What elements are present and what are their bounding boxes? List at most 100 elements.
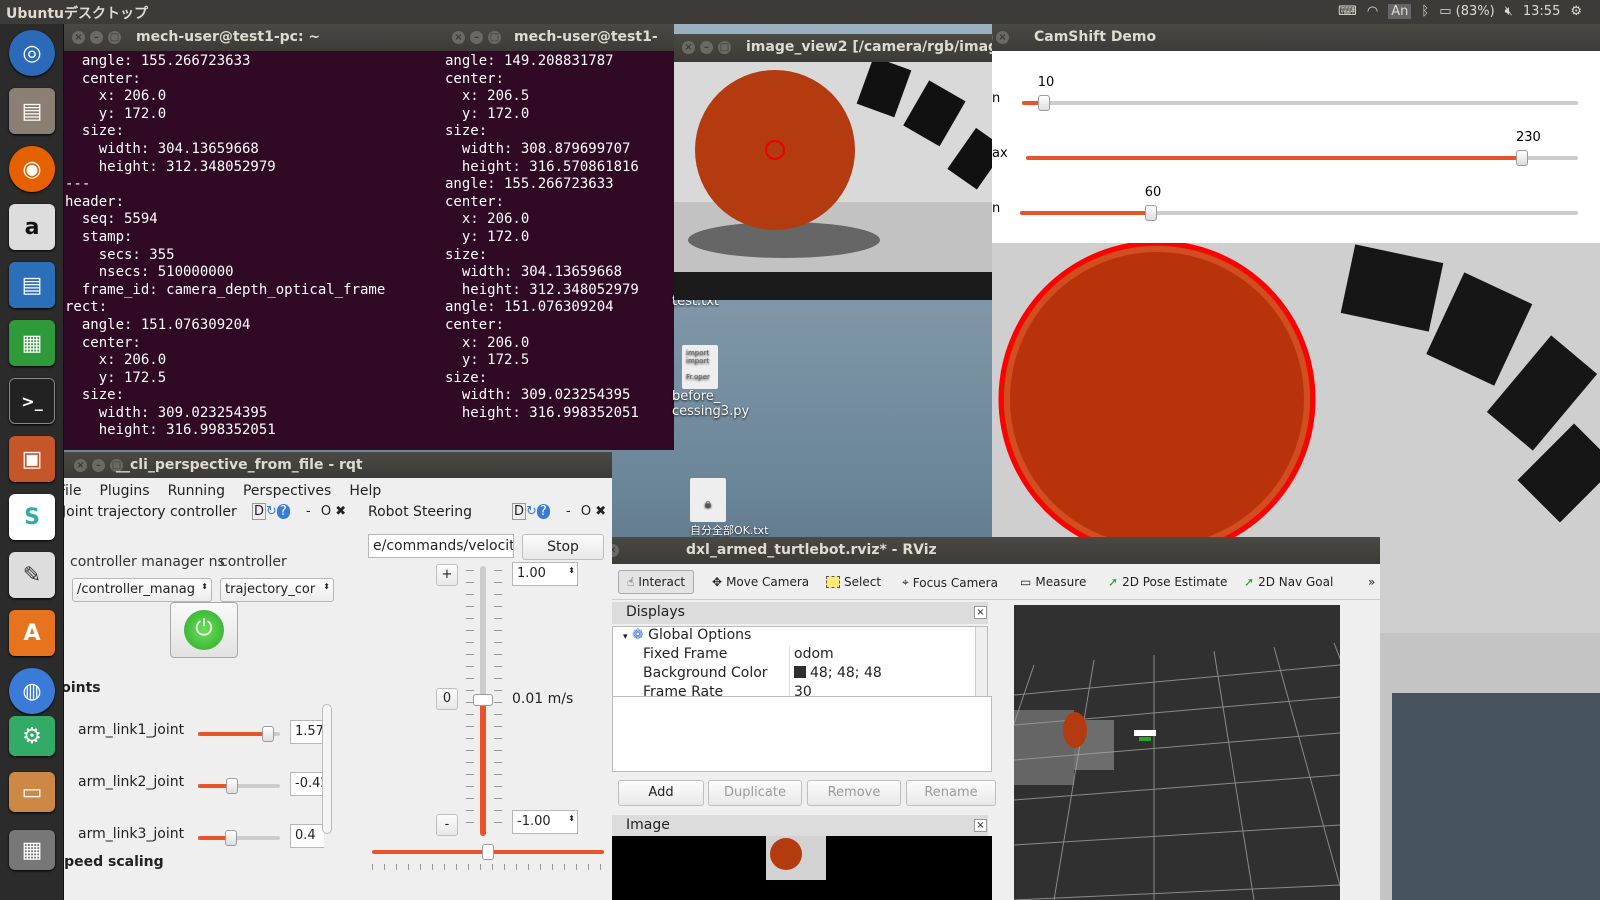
dock-icon[interactable]: D [512, 503, 527, 520]
image-view-titlebar[interactable]: × – □ image_view2 [/camera/rgb/image [674, 34, 992, 62]
trackbar-track[interactable] [1022, 95, 1578, 111]
wifi-icon[interactable]: ◠ [1367, 4, 1378, 19]
settings-gear-icon[interactable]: ⚙ [1570, 4, 1582, 19]
input-method-indicator[interactable]: An [1388, 4, 1412, 19]
minimize-plugin-icon[interactable]: - [566, 504, 571, 519]
terminal-2-output[interactable]: angle: 149.208831787 center: x: 206.5 y:… [444, 51, 674, 450]
tool-interact[interactable]: ☝ Interact [618, 570, 695, 594]
image-view-window[interactable]: × – □ image_view2 [/camera/rgb/image [674, 34, 992, 300]
menu-help[interactable]: Help [349, 483, 381, 499]
tool-2d-nav-goal[interactable]: ➚ 2D Nav Goal [1244, 575, 1333, 589]
duplicate-display-button[interactable]: Duplicate [708, 780, 802, 806]
trackbar-knob[interactable] [1037, 95, 1050, 111]
text-editor-icon[interactable]: ✎ [9, 552, 55, 598]
toolbar-overflow-icon[interactable]: » [1368, 575, 1375, 589]
files-icon[interactable]: ▤ [9, 88, 55, 134]
close-icon[interactable]: × [74, 459, 87, 472]
joints-scrollbar[interactable] [322, 704, 332, 834]
tool-2d-pose-estimate[interactable]: ➚ 2D Pose Estimate [1108, 575, 1227, 589]
minimize-icon[interactable]: – [992, 31, 993, 44]
max-speed-spinbox[interactable]: 1.00 ⬍ [512, 562, 578, 586]
terminal-window-2[interactable]: × – □ mech-user@test1- angle: 149.208831… [444, 24, 674, 450]
help-icon[interactable]: ? [276, 504, 290, 519]
terminal-2-titlebar[interactable]: × – □ mech-user@test1- [444, 24, 674, 51]
trackbar-knob[interactable] [1144, 205, 1157, 221]
property-value[interactable]: odom [789, 646, 834, 665]
tool-select[interactable]: Select [826, 575, 881, 589]
slider-knob[interactable] [224, 830, 237, 846]
angular-speed-slider[interactable] [372, 844, 604, 860]
ubuntu-icon[interactable]: ◎ [9, 30, 55, 76]
joint-slider[interactable] [198, 830, 280, 846]
amazon-icon[interactable]: a [9, 204, 55, 250]
menu-perspectives[interactable]: Perspectives [243, 483, 331, 499]
property-row[interactable]: Fixed Frame odom [613, 646, 987, 665]
rqt-window[interactable]: × – □ __cli_perspective_from_file - rqt … [64, 452, 612, 900]
trackbar-0[interactable]: n 10 [992, 75, 1600, 125]
updown-icon[interactable]: ⬍ [568, 566, 575, 575]
min-speed-spinbox[interactable]: -1.00 ⬍ [512, 810, 578, 834]
trackbar-track[interactable] [1020, 205, 1578, 221]
impress-icon[interactable]: ▣ [9, 436, 55, 482]
reload-icon[interactable]: ↻ [526, 504, 537, 519]
writer-icon[interactable]: ▤ [9, 262, 55, 308]
bluetooth-icon[interactable]: ᛒ [1421, 4, 1429, 19]
camera-image[interactable] [674, 56, 992, 300]
remove-display-button[interactable]: Remove [807, 780, 901, 806]
slider-knob[interactable] [473, 694, 493, 706]
dock-icon[interactable]: D [252, 503, 267, 520]
trackbar-2[interactable]: n 60 [992, 185, 1600, 235]
float-plugin-icon[interactable]: O [581, 504, 591, 519]
zero-speed-button[interactable]: 0 [436, 688, 458, 710]
keyboard-icon[interactable]: ⌨ [1338, 4, 1357, 19]
linear-speed-slider[interactable] [473, 566, 493, 836]
trackbar-1[interactable]: ax 230 [992, 130, 1600, 180]
terminal-icon[interactable]: >_ [9, 378, 55, 424]
increase-speed-button[interactable]: + [436, 564, 458, 586]
joint-value-spinbox[interactable]: 1.57 [290, 720, 324, 744]
joint-value-spinbox[interactable]: -0.42 [290, 772, 324, 796]
rviz-titlebar[interactable]: × dxl_armed_turtlebot.rviz* - RViz [612, 537, 1380, 564]
enable-controller-button[interactable]: ⏻ [170, 602, 238, 658]
close-icon[interactable]: × [996, 31, 1009, 44]
maximize-icon[interactable]: □ [718, 41, 731, 54]
software-center-icon[interactable]: A [9, 610, 55, 656]
close-icon[interactable]: × [72, 31, 85, 44]
joint-slider[interactable] [198, 778, 280, 794]
reload-icon[interactable]: ↻ [266, 504, 277, 519]
rviz-3d-view[interactable] [1014, 605, 1340, 900]
minimize-icon[interactable]: – [700, 41, 713, 54]
tree-scrollbar[interactable] [975, 627, 987, 701]
trackbar-track[interactable] [1026, 150, 1578, 166]
maximize-icon[interactable]: □ [488, 31, 501, 44]
desktop-file-preprocessing[interactable]: import import Fr.oper before_ cessing3.py [672, 345, 762, 419]
rviz-icon[interactable]: ▭ [9, 772, 55, 812]
volume-icon[interactable]: 🔇︎ [1505, 4, 1513, 19]
minimize-plugin-icon[interactable]: - [306, 504, 311, 519]
terminal-1-output[interactable]: angle: 155.266723633 center: x: 206.0 y:… [64, 51, 444, 450]
slider-knob[interactable] [261, 726, 274, 742]
rqt-titlebar[interactable]: × – □ __cli_perspective_from_file - rqt [64, 452, 612, 478]
displays-tree[interactable]: ▾ ❁ Global Options Fixed Frame odom Backgr… [612, 626, 988, 703]
tree-row-global-options[interactable]: ▾ ❁ Global Options [613, 627, 987, 646]
controller-combo[interactable]: trajectory_cor ⬍ [220, 578, 334, 602]
add-display-button[interactable]: Add [618, 780, 704, 806]
joint-slider[interactable] [198, 726, 280, 742]
clock[interactable]: 13:55 [1523, 4, 1560, 19]
workspace-icon[interactable]: ▦ [9, 830, 55, 870]
rename-display-button[interactable]: Rename [906, 780, 996, 806]
close-plugin-icon[interactable]: ✖ [335, 504, 346, 519]
menu-running[interactable]: Running [168, 483, 225, 499]
tool-measure[interactable]: ▭ Measure [1020, 575, 1086, 589]
minimize-icon[interactable]: – [470, 31, 483, 44]
slider-knob[interactable] [482, 844, 494, 860]
terminal-1-titlebar[interactable]: × – □ mech-user@test1-pc: ~ [64, 24, 444, 51]
minimize-icon[interactable]: – [92, 459, 105, 472]
menu-plugins[interactable]: Plugins [99, 483, 149, 499]
close-image-panel-icon[interactable]: × [974, 819, 987, 832]
controller-manager-combo[interactable]: /controller_manag ⬍ [72, 578, 212, 602]
chromium-icon[interactable]: ◍ [9, 668, 55, 714]
desktop-file-locked[interactable]: 🔒︎ 自分全部OK.txt [690, 478, 769, 538]
slider-knob[interactable] [226, 778, 239, 794]
property-value[interactable]: 48; 48; 48 [789, 665, 882, 684]
